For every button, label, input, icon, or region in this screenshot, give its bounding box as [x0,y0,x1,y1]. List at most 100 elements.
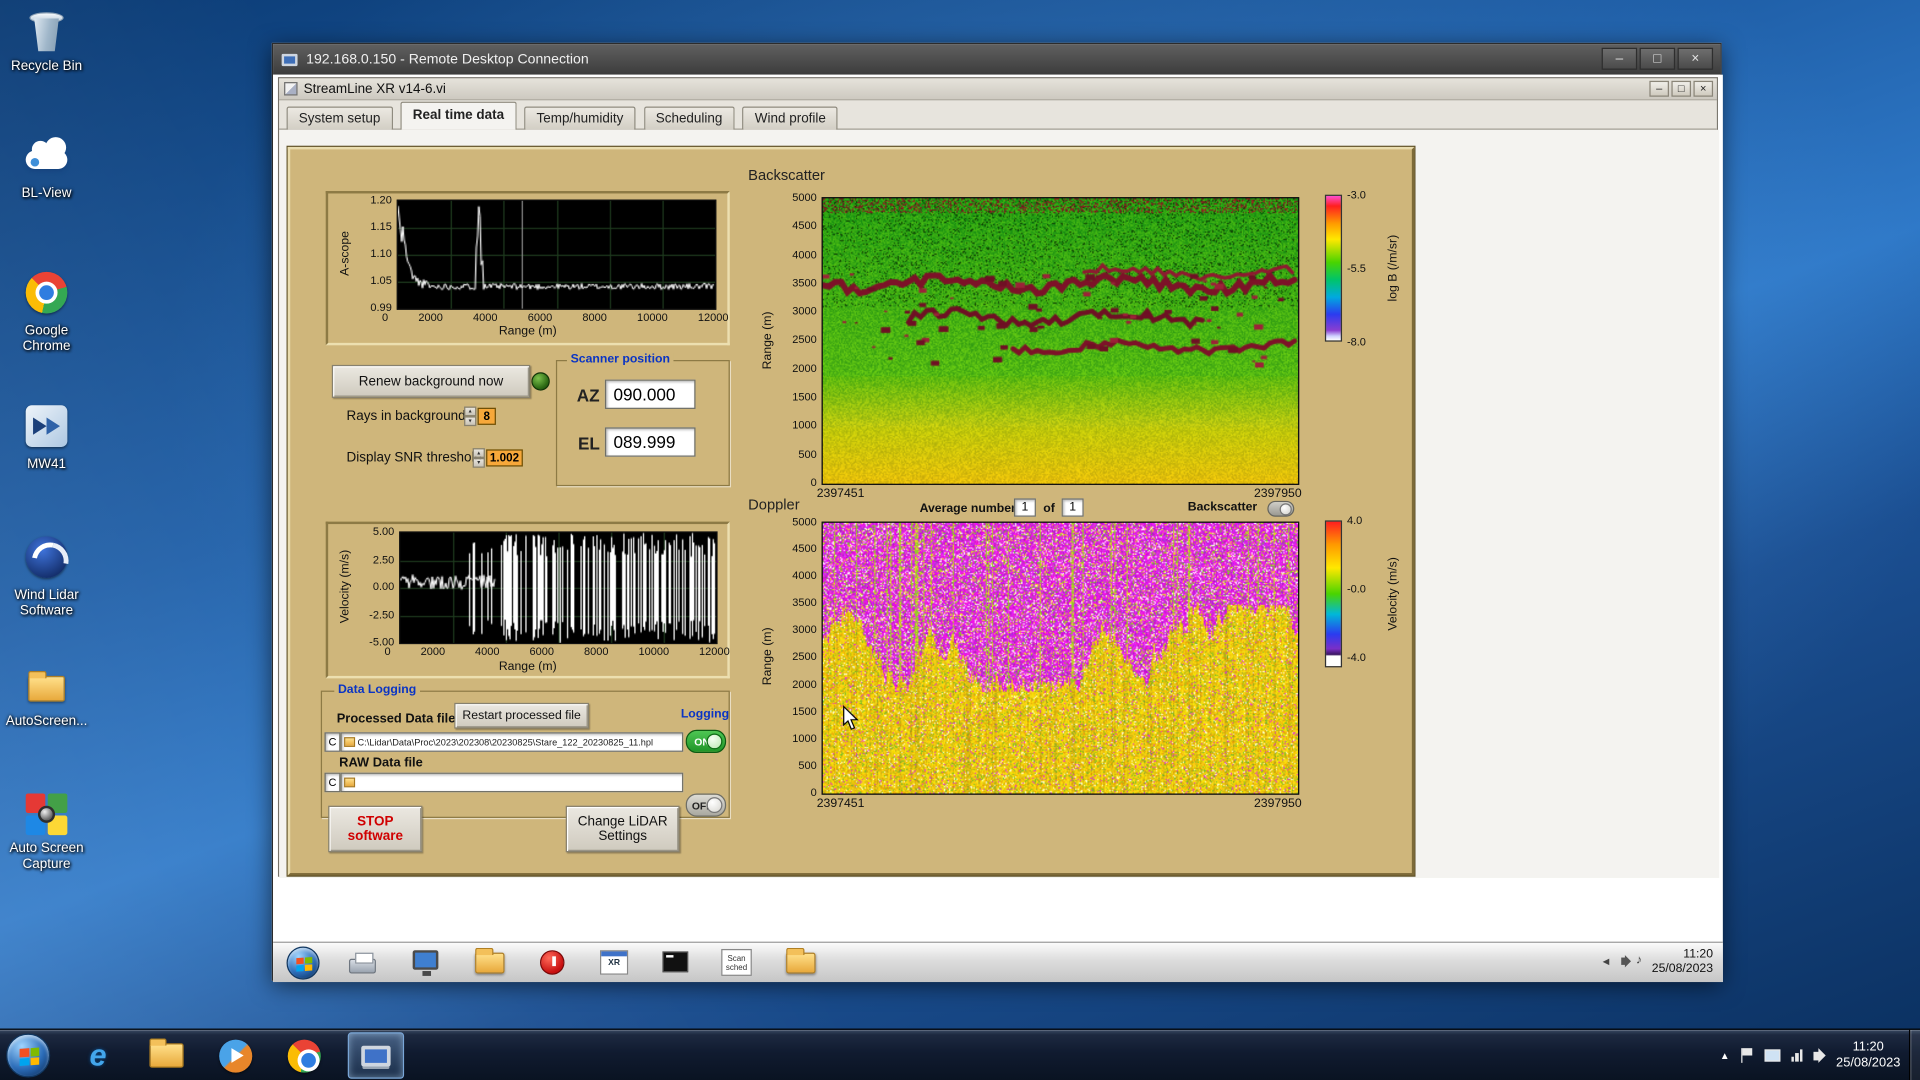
media-icon[interactable]: ♪ [1636,954,1642,967]
taskbar-item-internet-explorer[interactable]: e [78,1037,117,1074]
app-window-icon [284,82,298,96]
volume-icon[interactable] [1813,1048,1826,1063]
tick-label: 12000 [697,311,729,324]
processed-drive-select[interactable]: C [324,732,341,752]
spin-down-icon[interactable]: ▾ [464,416,477,427]
chevron-left-icon[interactable]: ◄ [1601,954,1612,966]
taskbar-item-rdp-active[interactable] [347,1032,405,1079]
app-titlebar[interactable]: StreamLine XR v14-6.vi – □ × [279,78,1717,101]
average-number-field[interactable]: 1 [1013,498,1036,517]
el-label: EL [577,433,600,454]
tick-label: 3500 [792,276,817,289]
minimize-button[interactable]: – [1601,47,1638,70]
az-value-field[interactable]: 090.000 [604,379,696,409]
ascope-plot [396,199,717,310]
ascope-y-axis-label: A-scope [338,231,353,276]
start-button[interactable] [6,1033,51,1078]
snr-spinner[interactable]: ▴ ▾ [472,448,485,468]
remote-quicklaunch-folder2[interactable] [784,947,818,979]
remote-quicklaunch-stop[interactable] [536,947,570,979]
tab-scheduling[interactable]: Scheduling [643,106,735,130]
folder-icon [786,947,816,974]
doppler-heatmap [821,521,1300,795]
change-lidar-settings-button[interactable]: Change LiDAR Settings [565,805,680,853]
app-minimize-button[interactable]: – [1649,80,1669,97]
taskbar-item-explorer[interactable] [147,1037,186,1074]
remote-quicklaunch-display[interactable] [409,947,443,979]
desktop-icon-autoscreen-folder[interactable]: AutoScreen... [0,662,93,729]
restart-processed-file-button[interactable]: Restart processed file [454,702,589,729]
tick-label: 2500 [792,333,817,346]
remote-start-button[interactable] [286,946,320,980]
remote-quicklaunch-xr[interactable]: XR [598,947,632,979]
stop-software-button[interactable]: STOP software [328,805,423,853]
remote-quicklaunch-terminal[interactable] [659,947,693,979]
velocity-graph-panel: Velocity (m/s) 5.00 2.50 0.00 -2.50 -5.00 02… [325,521,730,679]
tick-label: 1.20 [370,193,392,206]
desktop-icon-auto-screen-capture[interactable]: Auto Screen Capture [0,790,93,873]
backscatter-toggle[interactable] [1267,500,1295,517]
tick-label: 2000 [792,677,817,691]
el-value-field[interactable]: 089.999 [604,427,696,457]
processed-path-field[interactable]: C:\Lidar\Data\Proc\2023\202308\20230825\… [340,732,684,752]
desktop-icon-mw41[interactable]: MW41 [0,402,93,473]
app-close-button[interactable]: × [1693,80,1714,97]
volume-icon[interactable] [1621,954,1632,967]
auto-screen-capture-icon [22,790,71,839]
desktop-icon-recycle-bin[interactable]: Recycle Bin [0,7,93,74]
raw-drive-select[interactable]: C [324,772,341,793]
clock-time: 11:20 [1852,1039,1884,1055]
spin-up-icon[interactable]: ▴ [472,448,485,458]
display-tray-icon[interactable] [1763,1049,1780,1062]
show-desktop-button[interactable] [1908,1029,1920,1080]
tab-real-time-data[interactable]: Real time data [400,101,517,130]
change-button-line1: Change LiDAR [577,814,668,829]
network-icon[interactable] [1790,1049,1803,1062]
processed-logging-toggle[interactable]: ON [685,729,727,754]
desktop-icon-wind-lidar[interactable]: Wind Lidar Software [0,533,93,620]
tab-system-setup[interactable]: System setup [286,106,393,130]
app-maximize-button[interactable]: □ [1671,80,1692,97]
remote-quicklaunch-scan-sched[interactable]: Scan sched [720,947,754,979]
desktop-icon-label: MW41 [27,456,66,472]
tick-label: 2000 [792,362,817,375]
close-button[interactable]: × [1677,47,1714,70]
system-tray[interactable]: ▲ [1720,1030,1826,1080]
action-center-flag-icon[interactable] [1740,1048,1753,1063]
remote-quicklaunch-printer[interactable] [345,947,379,979]
rdp-titlebar[interactable]: 192.168.0.150 - Remote Desktop Connectio… [273,44,1721,75]
taskbar-item-media-player[interactable] [216,1037,255,1074]
remote-system-tray[interactable]: ◄ ♪ [1601,954,1643,967]
spin-down-icon[interactable]: ▾ [472,457,485,468]
raw-logging-toggle[interactable]: OFF [685,793,727,817]
tick-label: 6000 [527,311,553,324]
raw-path-field[interactable] [340,772,684,793]
folder-icon [149,1038,184,1068]
taskbar-item-chrome[interactable] [284,1037,323,1074]
tick-label: 4000 [475,645,500,658]
tick-label: 10000 [638,645,670,658]
tray-expand-icon[interactable]: ▲ [1720,1050,1730,1061]
taskbar-clock[interactable]: 11:20 25/08/2023 [1836,1040,1900,1072]
renew-background-button[interactable]: Renew background now [331,364,531,398]
doppler-colorbar-label: Velocity (m/s) [1386,557,1401,631]
windows-flag-icon [19,1047,40,1066]
remote-clock[interactable]: 11:20 25/08/2023 [1652,948,1713,977]
snr-value-field[interactable]: 1.002 [486,449,523,467]
tick-label: 8000 [582,311,607,324]
tab-wind-profile[interactable]: Wind profile [742,106,839,130]
spin-up-icon[interactable]: ▴ [464,406,477,417]
rays-spinner[interactable]: ▴ ▾ [464,406,477,427]
tick-label: -3.0 [1346,188,1366,201]
mw41-icon [22,405,71,454]
maximize-button[interactable]: □ [1639,47,1676,70]
desktop-icon-bl-view[interactable]: BL-View [0,135,93,202]
average-total-field[interactable]: 1 [1061,498,1084,517]
az-label: AZ [576,385,600,406]
desktop-icon-google-chrome[interactable]: Google Chrome [0,268,93,355]
tick-label: 2.50 [372,552,395,566]
mouse-cursor [843,705,859,730]
remote-quicklaunch-folder[interactable] [473,947,507,979]
rays-value-field[interactable]: 8 [477,407,496,425]
tab-temp-humidity[interactable]: Temp/humidity [524,106,636,130]
